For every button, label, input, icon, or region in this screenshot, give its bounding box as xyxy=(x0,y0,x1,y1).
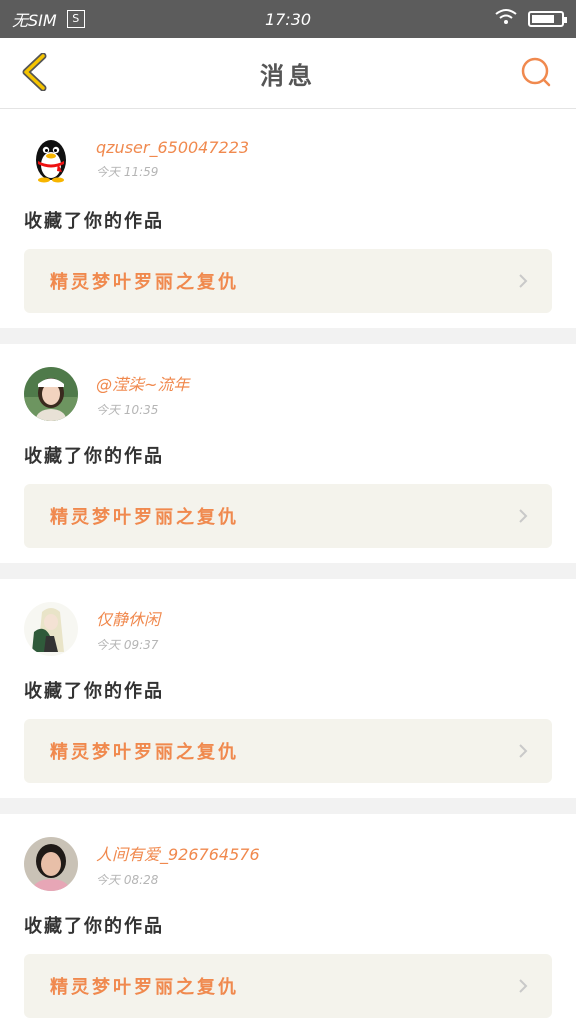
nav-header: 消息 xyxy=(0,38,576,109)
chevron-right-icon xyxy=(519,744,528,758)
carrier-label: 无SIM xyxy=(12,11,57,30)
clock: 17:30 xyxy=(264,9,312,29)
action-text: 收藏了你的作品 xyxy=(24,446,164,467)
avatar[interactable] xyxy=(24,132,78,186)
username-link[interactable]: qzuser_650047223 xyxy=(96,138,249,157)
work-title: 精灵梦叶罗丽之复仇 xyxy=(50,507,239,528)
avatar[interactable] xyxy=(24,837,78,891)
work-title: 精灵梦叶罗丽之复仇 xyxy=(50,272,239,293)
chevron-right-icon xyxy=(519,509,528,523)
work-title: 精灵梦叶罗丽之复仇 xyxy=(50,977,239,998)
sim-icon: S xyxy=(66,10,85,28)
username-link[interactable]: 人间有爱_926764576 xyxy=(96,841,260,865)
search-button[interactable] xyxy=(516,52,556,92)
wifi-icon xyxy=(494,8,518,30)
avatar[interactable] xyxy=(24,602,78,656)
woman-avatar-icon xyxy=(24,837,78,891)
work-link[interactable]: 精灵梦叶罗丽之复仇 xyxy=(24,954,552,1018)
message-time: 今天 08:28 xyxy=(96,872,159,887)
back-arrow-icon xyxy=(22,53,47,91)
penguin-avatar-icon xyxy=(24,132,78,186)
chevron-right-icon xyxy=(519,274,528,288)
message-time: 今天 11:59 xyxy=(96,165,159,179)
status-bar: 无SIM S 17:30 xyxy=(0,0,576,38)
search-icon xyxy=(521,57,551,87)
chevron-right-icon xyxy=(519,979,528,993)
page-title: 消息 xyxy=(260,61,316,90)
message-item: 人间有爱_926764576 今天 08:28 收藏了你的作品 精灵梦叶罗丽之复… xyxy=(0,814,576,1033)
battery-icon xyxy=(528,11,567,27)
work-link[interactable]: 精灵梦叶罗丽之复仇 xyxy=(24,719,552,783)
work-link[interactable]: 精灵梦叶罗丽之复仇 xyxy=(24,484,552,548)
message-item: qzuser_650047223 今天 11:59 收藏了你的作品 精灵梦叶罗丽… xyxy=(0,109,576,328)
message-item: 仅静休闲 今天 09:37 收藏了你的作品 精灵梦叶罗丽之复仇 xyxy=(0,579,576,798)
message-list: qzuser_650047223 今天 11:59 收藏了你的作品 精灵梦叶罗丽… xyxy=(0,109,576,1033)
message-time: 今天 10:35 xyxy=(96,402,159,417)
message-item: @滢柒~流年 今天 10:35 收藏了你的作品 精灵梦叶罗丽之复仇 xyxy=(0,344,576,563)
avatar[interactable] xyxy=(24,367,78,421)
username-link[interactable]: 仅静休闲 xyxy=(96,606,160,630)
username-link[interactable]: @滢柒~流年 xyxy=(96,371,189,395)
message-time: 今天 09:37 xyxy=(96,637,159,652)
girl-avatar-icon xyxy=(24,367,78,421)
action-text: 收藏了你的作品 xyxy=(24,211,164,232)
work-title: 精灵梦叶罗丽之复仇 xyxy=(50,742,239,763)
action-text: 收藏了你的作品 xyxy=(24,916,164,937)
anime-avatar-icon xyxy=(24,602,78,656)
action-text: 收藏了你的作品 xyxy=(24,681,164,702)
back-button[interactable] xyxy=(14,52,54,92)
work-link[interactable]: 精灵梦叶罗丽之复仇 xyxy=(24,249,552,313)
